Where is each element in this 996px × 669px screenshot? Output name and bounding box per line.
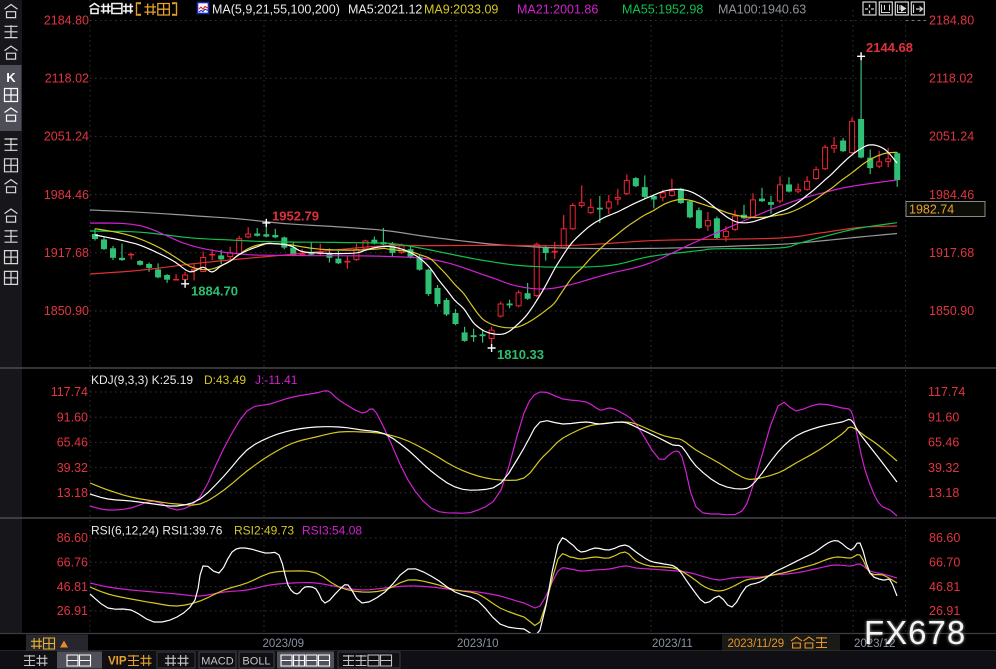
svg-text:1850.90: 1850.90 [929, 304, 974, 318]
svg-text:2118.02: 2118.02 [929, 71, 973, 85]
svg-text:KDJ(9,3,3) K:25.19: KDJ(9,3,3) K:25.19 [91, 373, 193, 387]
svg-text:MA(5,9,21,55,100,200): MA(5,9,21,55,100,200) [212, 3, 340, 17]
svg-text:2051.24: 2051.24 [929, 130, 974, 144]
svg-text:VIP: VIP [108, 656, 127, 668]
svg-text:117.74: 117.74 [51, 385, 88, 399]
svg-text:2144.68: 2144.68 [866, 40, 913, 55]
svg-text:MA21:2001.86: MA21:2001.86 [517, 3, 598, 17]
svg-text:MA100:1940.63: MA100:1940.63 [718, 3, 806, 17]
svg-text:RSI3:54.08: RSI3:54.08 [302, 524, 362, 538]
svg-text:1884.70: 1884.70 [191, 284, 238, 299]
svg-text:39.32: 39.32 [57, 461, 88, 475]
svg-text:91.60: 91.60 [57, 410, 88, 424]
svg-text:D:43.49: D:43.49 [204, 373, 246, 387]
svg-text:FX678: FX678 [864, 614, 966, 651]
svg-text:65.46: 65.46 [57, 436, 88, 450]
svg-text:1984.46: 1984.46 [44, 188, 89, 202]
svg-text:2118.02: 2118.02 [45, 71, 89, 85]
svg-text:1917.68: 1917.68 [929, 246, 974, 260]
svg-text:2023/11: 2023/11 [652, 638, 693, 650]
svg-text:46.81: 46.81 [929, 580, 960, 594]
svg-text:117.74: 117.74 [928, 385, 965, 399]
svg-text:J:-11.41: J:-11.41 [255, 373, 298, 387]
svg-text:MA9:2033.09: MA9:2033.09 [424, 3, 498, 17]
svg-text:86.60: 86.60 [929, 531, 960, 545]
svg-text:1984.46: 1984.46 [929, 188, 974, 202]
svg-text:1810.33: 1810.33 [497, 347, 544, 362]
svg-text:66.70: 66.70 [929, 556, 960, 570]
svg-text:2023/11/29: 2023/11/29 [728, 638, 785, 650]
svg-text:46.81: 46.81 [57, 580, 88, 594]
svg-text:39.32: 39.32 [928, 461, 959, 475]
svg-text:BOLL: BOLL [242, 656, 270, 668]
svg-text:2023/10: 2023/10 [457, 638, 499, 650]
svg-text:91.60: 91.60 [928, 410, 959, 424]
svg-text:MA5:2021.12: MA5:2021.12 [348, 3, 422, 17]
svg-text:65.46: 65.46 [928, 436, 959, 450]
svg-text:13.18: 13.18 [928, 486, 959, 500]
svg-text:2184.80: 2184.80 [929, 14, 974, 28]
svg-text:MA55:1952.98: MA55:1952.98 [622, 3, 703, 17]
svg-text:1952.79: 1952.79 [272, 209, 319, 224]
svg-text:MACD: MACD [201, 656, 233, 668]
svg-text:13.18: 13.18 [57, 486, 88, 500]
svg-text:RSI2:49.73: RSI2:49.73 [234, 524, 294, 538]
svg-text:1917.68: 1917.68 [44, 246, 89, 260]
svg-text:1982.74: 1982.74 [909, 203, 954, 217]
svg-text:66.76: 66.76 [57, 556, 88, 570]
svg-text:1850.90: 1850.90 [44, 304, 89, 318]
svg-text:2023/09: 2023/09 [263, 638, 305, 650]
svg-text:2184.80: 2184.80 [44, 14, 89, 28]
svg-text:86.60: 86.60 [57, 531, 88, 545]
svg-text:K: K [6, 70, 16, 85]
svg-text:RSI(6,12,24) RSI1:39.76: RSI(6,12,24) RSI1:39.76 [91, 524, 223, 538]
svg-text:2051.24: 2051.24 [44, 130, 89, 144]
svg-text:26.91: 26.91 [57, 604, 88, 618]
